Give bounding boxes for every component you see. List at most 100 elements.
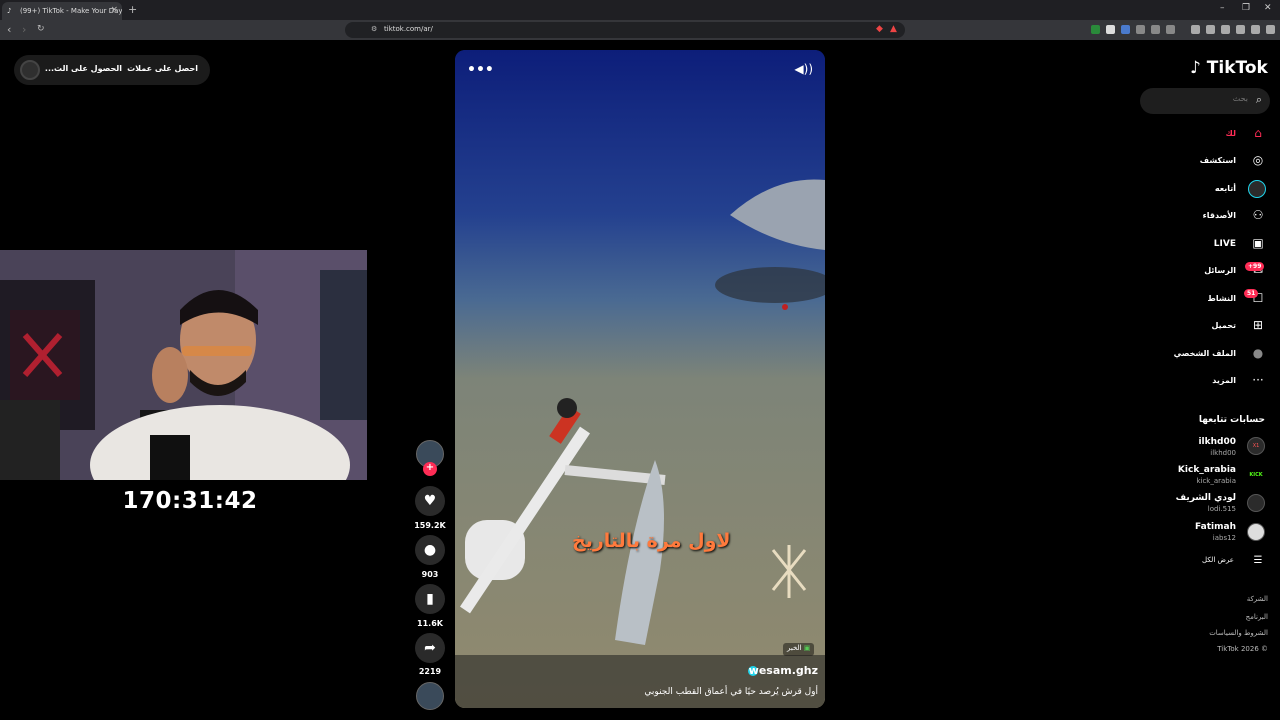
friends-icon[interactable]: ⚇: [1250, 208, 1266, 222]
video-description: أول قرش يُرصد حيًا في أعماق القطب الجنوب…: [644, 687, 818, 697]
footer-company-link[interactable]: الشركة: [1247, 595, 1268, 603]
forward-button[interactable]: ›: [22, 23, 26, 36]
nav-messages[interactable]: الرسائل: [1204, 266, 1236, 275]
extension-icon[interactable]: [1091, 25, 1100, 34]
browser-toolbar: ‹ › ↻ ■ ⚙ tiktok.com/ar/ ◆ ▲: [0, 20, 1280, 40]
tiktok-logo[interactable]: ♪ TikTok: [1190, 58, 1268, 78]
nav-friends[interactable]: الأصدقاء: [1203, 211, 1236, 220]
streamer-image: [0, 250, 367, 480]
footer-terms-link[interactable]: الشروط والسياسات: [1209, 629, 1268, 637]
live-icon[interactable]: ▣: [1250, 236, 1266, 250]
footer-program-link[interactable]: البرنامج: [1246, 613, 1268, 621]
home-icon[interactable]: ⌂: [1250, 126, 1266, 140]
messages-badge: +99: [1245, 262, 1265, 271]
nav-live[interactable]: LIVE: [1214, 239, 1236, 249]
nav-profile[interactable]: الملف الشخصي: [1174, 349, 1236, 358]
search-input[interactable]: [1150, 94, 1248, 103]
account-name[interactable]: Kick_arabia: [1178, 465, 1236, 475]
tiktok-note-icon: ♪: [1190, 58, 1201, 78]
search-box: ⌕: [1140, 88, 1270, 114]
share-count: 2219: [418, 667, 442, 676]
account-name[interactable]: لودي الشريف: [1176, 493, 1236, 503]
account-name[interactable]: ilkhd00: [1198, 437, 1236, 447]
account-avatar[interactable]: [1247, 523, 1265, 541]
account-avatar[interactable]: [1247, 494, 1265, 512]
comment-count: 903: [421, 570, 439, 579]
logo-text: TikTok: [1206, 58, 1268, 78]
following-avatar-icon[interactable]: [1248, 180, 1266, 198]
brave-shield-icon[interactable]: ◆: [876, 24, 883, 34]
kick-logo-icon[interactable]: KICK: [1247, 466, 1265, 484]
nav-more[interactable]: المزيد: [1212, 376, 1236, 385]
nav-explore[interactable]: استكشف: [1200, 156, 1236, 165]
share-button[interactable]: ➦: [415, 633, 445, 663]
site-info-icon[interactable]: ⚙: [371, 25, 377, 33]
minimize-button[interactable]: –: [1220, 3, 1225, 13]
nav-upload[interactable]: تحميل: [1211, 321, 1236, 330]
reload-button[interactable]: ↻: [37, 24, 45, 34]
see-all-link[interactable]: عرض الكل: [1202, 556, 1234, 564]
comment-button[interactable]: ●: [415, 535, 445, 565]
extension-icon[interactable]: [1151, 25, 1160, 34]
sound-avatar[interactable]: [416, 682, 444, 710]
extension-icon[interactable]: [1206, 25, 1215, 34]
video-author[interactable]: wesam.ghz: [749, 664, 818, 677]
stream-timer: 170:31:42: [122, 488, 258, 514]
nav-activity[interactable]: النشاط: [1208, 294, 1236, 303]
extension-icon[interactable]: [1236, 25, 1245, 34]
extension-icon[interactable]: [1251, 25, 1260, 34]
speaker-icon: ♪: [7, 7, 12, 15]
account-avatar[interactable]: X1: [1247, 437, 1265, 455]
profile-icon[interactable]: ●: [1250, 346, 1266, 360]
compass-icon[interactable]: ◎: [1250, 153, 1266, 167]
search-icon[interactable]: ⌕: [1256, 93, 1262, 107]
news-icon: ▣: [801, 644, 811, 652]
volume-icon[interactable]: ◀)): [794, 62, 813, 76]
account-handle: lodi.515: [1207, 505, 1236, 513]
account-handle: kick_arabia: [1196, 477, 1236, 485]
share-icon: ➦: [424, 640, 436, 656]
nav-for-you[interactable]: لك: [1226, 129, 1236, 138]
like-count: 159.2K: [414, 521, 446, 530]
url-text[interactable]: tiktok.com/ar/: [384, 25, 433, 33]
close-tab-icon[interactable]: ×: [110, 5, 118, 15]
window-close-button[interactable]: ✕: [1264, 3, 1272, 13]
avatar[interactable]: [20, 60, 40, 80]
extension-icon[interactable]: [1191, 25, 1200, 34]
more-icon[interactable]: ···: [1250, 373, 1266, 387]
get-coins-button[interactable]: احصل على عملات: [127, 64, 198, 73]
extension-icon[interactable]: [1166, 25, 1175, 34]
new-tab-button[interactable]: +: [128, 3, 137, 16]
following-accounts-heading: حسابات تتابعها: [1198, 415, 1265, 425]
upload-icon[interactable]: ⊞: [1250, 318, 1266, 332]
get-app-button[interactable]: الحصول على الت...: [45, 64, 122, 73]
browser-tabbar: ♪ (99+) TikTok - Make Your Day × + – ❐ ✕: [0, 0, 1280, 20]
extension-icon[interactable]: [1221, 25, 1230, 34]
video-overlay-text: لاول مرة بالتاريخ: [572, 530, 731, 552]
video-player[interactable]: ••• ◀)): [455, 50, 825, 708]
comment-icon: ●: [423, 542, 437, 558]
browser-tab[interactable]: ♪ (99+) TikTok - Make Your Day ×: [2, 2, 122, 20]
extension-icon[interactable]: [1136, 25, 1145, 34]
extension-icon[interactable]: [1106, 25, 1115, 34]
account-handle: iabs12: [1212, 534, 1236, 542]
back-button[interactable]: ‹: [7, 23, 11, 36]
restore-button[interactable]: ❐: [1242, 3, 1250, 13]
save-button[interactable]: ▮: [415, 584, 445, 614]
account-name[interactable]: Fatimah: [1195, 522, 1236, 532]
video-frame: [455, 50, 825, 708]
heart-icon: ♥: [423, 493, 437, 509]
account-handle: ilkhd00: [1210, 449, 1236, 457]
menu-icon[interactable]: [1266, 25, 1275, 34]
nav-following[interactable]: أتابعه: [1215, 184, 1236, 193]
activity-badge: 51: [1244, 289, 1259, 298]
like-button[interactable]: ♥: [415, 486, 445, 516]
list-icon[interactable]: ☰: [1250, 555, 1266, 566]
follow-plus-icon[interactable]: +: [423, 462, 437, 476]
video-info-panel: [455, 655, 825, 708]
more-options-icon[interactable]: •••: [467, 62, 494, 78]
news-badge-label: الخبر: [787, 644, 802, 652]
bookmark-icon: ▮: [426, 591, 434, 607]
brave-rewards-icon[interactable]: ▲: [890, 24, 897, 34]
extension-icon[interactable]: [1121, 25, 1130, 34]
